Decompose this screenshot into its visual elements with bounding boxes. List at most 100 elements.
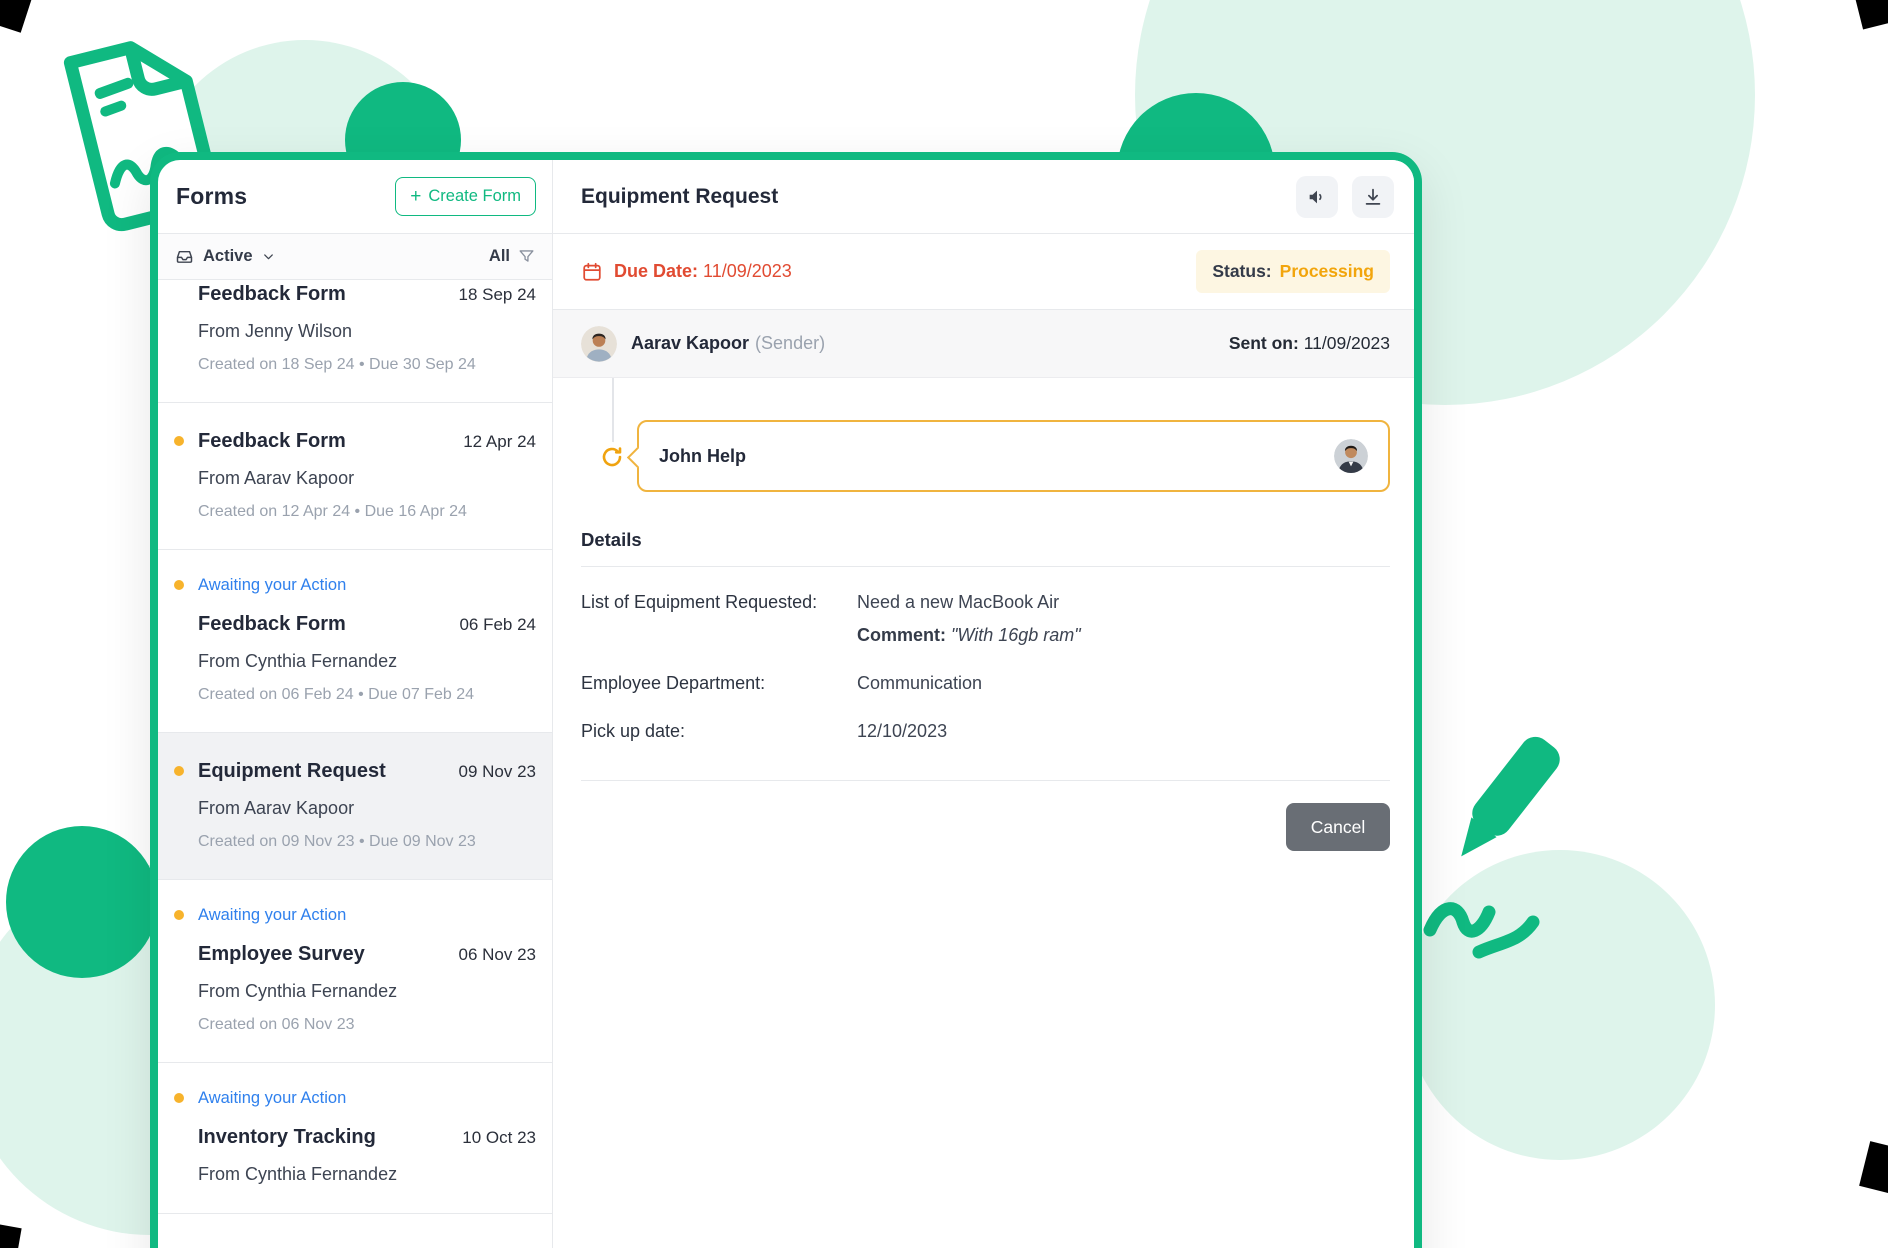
- item-from: From Cynthia Fernandez: [198, 1164, 398, 1184]
- inbox-icon: [176, 250, 193, 263]
- app-window: Forms + Create Form Active All Feedback …: [150, 152, 1422, 1248]
- list-item-inventory-tracking[interactable]: Awaiting your Action Inventory Tracking …: [158, 1063, 552, 1214]
- create-form-label: Create Form: [428, 187, 521, 205]
- item-title: Inventory Tracking: [198, 1126, 376, 1148]
- sent-on: Sent on: 11/09/2023: [1229, 333, 1390, 354]
- all-filter-label: All: [488, 247, 510, 265]
- due-date-value: 11/09/2023: [703, 261, 792, 281]
- awaiting-action-label: Awaiting your Action: [198, 906, 347, 924]
- status-value: Processing: [1279, 261, 1374, 281]
- detail-panel: Equipment Request Due Date: 11/09/2023 S…: [553, 160, 1414, 1248]
- comment-value: "With 16gb ram": [951, 625, 1081, 645]
- sidebar-header: Forms + Create Form: [158, 160, 552, 234]
- due-date: Due Date: 11/09/2023: [581, 261, 792, 283]
- item-meta: Created on 12 Apr 24 • Due 16 Apr 24: [198, 503, 467, 520]
- item-from: From Cynthia Fernandez: [198, 651, 398, 671]
- sender-name: Aarav Kapoor: [631, 333, 750, 353]
- signer-name: John Help: [659, 445, 747, 466]
- page-title: Equipment Request: [581, 184, 779, 208]
- all-filter-control[interactable]: All: [489, 247, 536, 266]
- sidebar-title: Forms: [176, 183, 248, 209]
- signer-avatar: [1334, 439, 1368, 473]
- item-from: From Jenny Wilson: [198, 321, 353, 341]
- forms-list: Feedback Form 18 Sep 24 From Jenny Wilso…: [158, 280, 552, 1248]
- due-date-bar: Due Date: 11/09/2023 Status: Processing: [553, 234, 1414, 310]
- download-button[interactable]: [1352, 175, 1394, 218]
- sent-on-value: 11/09/2023: [1303, 333, 1390, 353]
- item-title: Feedback Form: [198, 613, 346, 635]
- cancel-button[interactable]: Cancel: [1286, 803, 1390, 851]
- awaiting-action-label: Awaiting your Action: [198, 1089, 347, 1107]
- unread-dot-icon: [174, 766, 184, 776]
- divider: [581, 780, 1390, 781]
- list-item-feedback-form-jenny[interactable]: Feedback Form 18 Sep 24 From Jenny Wilso…: [158, 280, 552, 403]
- item-title: Equipment Request: [198, 760, 386, 782]
- field-equipment: List of Equipment Requested: Need a new …: [581, 589, 1390, 648]
- funnel-icon: [519, 250, 534, 262]
- sent-on-label: Sent on:: [1228, 333, 1299, 353]
- active-filter-label: Active: [203, 247, 253, 265]
- field-department: Employee Department: Communication: [581, 670, 1390, 696]
- signer-field-bubble[interactable]: John Help: [626, 420, 1390, 492]
- list-item-equipment-request[interactable]: Equipment Request 09 Nov 23 From Aarav K…: [158, 733, 552, 880]
- speaker-icon: [1309, 190, 1322, 203]
- unread-dot-icon: [174, 1093, 184, 1103]
- item-date: 06 Feb 24: [459, 615, 536, 634]
- field-value: 12/10/2023: [857, 721, 948, 741]
- list-item-employee-survey[interactable]: Awaiting your Action Employee Survey 06 …: [158, 880, 552, 1063]
- item-meta: Created on 06 Nov 23: [198, 1016, 355, 1033]
- list-item-feedback-form-aarav[interactable]: Feedback Form 12 Apr 24 From Aarav Kapoo…: [158, 403, 552, 550]
- item-date: 12 Apr 24: [463, 432, 536, 451]
- calendar-icon: [583, 262, 601, 281]
- sender-avatar: [581, 325, 617, 362]
- detail-body: John Help Details List of Equipment Requ…: [553, 378, 1414, 1248]
- due-date-label: Due Date:: [614, 261, 699, 281]
- status-filter-dropdown[interactable]: Active: [174, 246, 276, 267]
- awaiting-action-label: Awaiting your Action: [198, 576, 347, 594]
- item-date: 09 Nov 23: [458, 762, 537, 781]
- forms-sidebar: Forms + Create Form Active All Feedback …: [158, 160, 553, 1248]
- item-from: From Cynthia Fernandez: [198, 981, 398, 1001]
- download-icon: [1365, 188, 1381, 205]
- audio-button[interactable]: [1296, 175, 1338, 218]
- unread-dot-icon: [174, 436, 184, 446]
- item-meta: Created on 09 Nov 23 • Due 09 Nov 23: [198, 833, 476, 850]
- item-date: 18 Sep 24: [458, 285, 536, 304]
- screenshot-canvas: Forms + Create Form Active All Feedback …: [0, 0, 1888, 1248]
- unread-dot-icon: [174, 910, 184, 920]
- status-label: Status:: [1212, 261, 1272, 281]
- sender-role: (Sender): [755, 333, 826, 353]
- comment-label: Comment:: [857, 625, 946, 645]
- item-title: Employee Survey: [198, 943, 365, 965]
- list-item-feedback-form-cynthia[interactable]: Awaiting your Action Feedback Form 06 Fe…: [158, 550, 552, 733]
- unread-dot-icon: [174, 580, 184, 590]
- details-heading: Details: [581, 529, 642, 550]
- field-label: Employee Department:: [581, 673, 766, 693]
- header-actions: [1296, 175, 1394, 218]
- crop-mark: [1850, 0, 1888, 30]
- field-pickup-date: Pick up date: 12/10/2023: [581, 718, 1390, 744]
- create-form-button[interactable]: + Create Form: [395, 177, 536, 216]
- field-value: Communication: [857, 673, 983, 693]
- item-date: 06 Nov 23: [458, 945, 537, 964]
- sender-bar: Aarav Kapoor (Sender) Sent on: 11/09/202…: [553, 310, 1414, 378]
- item-from: From Aarav Kapoor: [198, 798, 355, 818]
- chevron-down-icon: [263, 254, 273, 260]
- crop-mark: [0, 1220, 22, 1248]
- field-label: List of Equipment Requested:: [581, 592, 818, 612]
- item-title: Feedback Form: [198, 283, 346, 305]
- divider: [581, 566, 1390, 567]
- pending-refresh-icon: [597, 442, 627, 472]
- crop-mark: [0, 0, 37, 33]
- item-from: From Aarav Kapoor: [198, 468, 355, 488]
- bubble-tail: [626, 446, 649, 469]
- timeline-connector: [612, 378, 614, 443]
- filter-bar: Active All: [158, 234, 552, 280]
- field-label: Pick up date:: [581, 721, 686, 741]
- plus-icon: +: [410, 185, 422, 207]
- crop-mark: [1859, 1141, 1888, 1197]
- item-meta: Created on 18 Sep 24 • Due 30 Sep 24: [198, 356, 476, 373]
- item-title: Feedback Form: [198, 430, 346, 452]
- green-circle: [6, 826, 158, 978]
- equipment-value: Need a new MacBook Air: [857, 592, 1060, 612]
